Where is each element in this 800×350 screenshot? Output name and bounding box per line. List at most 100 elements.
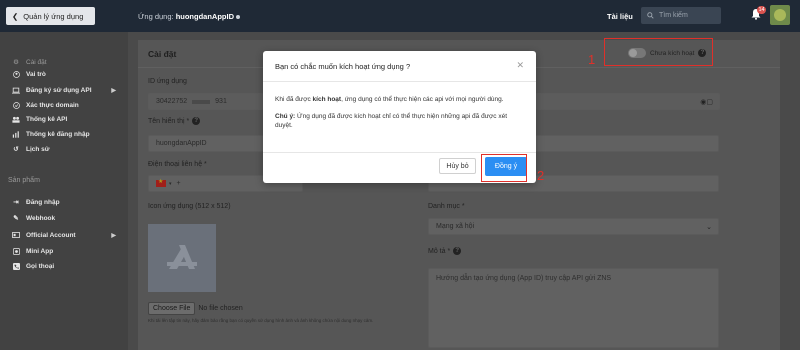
sidebar-item-history[interactable]: ↺ Lịch sử xyxy=(12,144,120,154)
back-to-apps-button[interactable]: ❮ Quản lý ứng dụng xyxy=(6,7,95,25)
app-icon-label: Icon ứng dụng (512 x 512) xyxy=(148,203,231,210)
sidebar-item-label: Đăng nhập xyxy=(26,198,60,206)
search-icon xyxy=(647,12,654,19)
dialog-note: Chú ý: Ứng dụng đã được kích hoạt chỉ có… xyxy=(275,112,525,130)
id-card-icon xyxy=(12,231,20,239)
login-icon: ⇥ xyxy=(13,199,19,206)
chevron-down-icon: ⌄ xyxy=(706,223,712,231)
sidebar-item-label: Mini App xyxy=(26,247,54,255)
sidebar-item-domain-verify[interactable]: Xác thực domain xyxy=(12,100,120,110)
choose-file-button[interactable]: Choose File xyxy=(148,302,196,315)
notifications-button[interactable]: 14 xyxy=(750,6,766,22)
description-label-group: Mô tả * ? xyxy=(428,247,462,255)
dialog-body-prefix: Khi đã được xyxy=(275,96,313,103)
avatar[interactable] xyxy=(770,5,790,25)
sidebar-section-products: Sản phẩm xyxy=(8,177,40,184)
sidebar: ⚙ Cài đặt Vai trò Đăng ký sử dụng API ▶ … xyxy=(0,32,128,350)
chevron-left-icon: ❮ xyxy=(12,11,19,21)
sidebar-item-roles[interactable]: Vai trò xyxy=(12,69,120,79)
vietnam-flag-icon xyxy=(156,178,166,187)
sidebar-item-login-stats[interactable]: Thống kê đăng nhập xyxy=(12,129,120,139)
eye-copy-icon[interactable]: ◉▢ xyxy=(700,98,713,106)
user-icon xyxy=(12,70,20,78)
sidebar-item-label: Lịch sử xyxy=(26,145,50,153)
app-id-label: ID ứng dụng xyxy=(148,78,187,85)
dialog-title: Bạn có chắc muốn kích hoạt ứng dụng ? xyxy=(275,62,411,71)
step-number-1: 1 xyxy=(588,52,596,67)
category-value: Mạng xã hội xyxy=(436,223,475,230)
dialog-divider xyxy=(263,81,536,82)
sidebar-item-api-stats[interactable]: Thống kê API xyxy=(12,114,120,124)
mini-app-icon xyxy=(12,247,20,255)
dialog-body-bold: kích hoạt xyxy=(312,96,342,103)
display-name-label: Tên hiển thị * xyxy=(148,117,190,125)
page-title: Cài đặt xyxy=(148,49,177,59)
dialog-body-suffix: , ứng dụng có thể thực hiện các api với … xyxy=(341,96,504,103)
dialog-footer-divider xyxy=(263,152,536,153)
sidebar-item-label: Official Account xyxy=(26,231,76,239)
help-icon[interactable]: ? xyxy=(192,117,201,125)
cancel-button[interactable]: Hủy bỏ xyxy=(439,158,476,174)
laptop-icon xyxy=(12,86,20,94)
dialog-note-text: Ứng dụng đã được kích hoạt chỉ có thể th… xyxy=(275,113,508,129)
highlight-box-confirm xyxy=(481,154,527,182)
status-dot-icon xyxy=(236,15,241,20)
app-icon-placeholder[interactable] xyxy=(148,224,216,292)
description-value: Hướng dẫn tạo ứng dụng (App ID) truy cập… xyxy=(436,275,612,282)
display-name-label-group: Tên hiển thị * ? xyxy=(148,117,201,125)
app-title-name: huongdanAppID xyxy=(175,12,235,21)
docs-link[interactable]: Tài liệu xyxy=(607,12,633,21)
help-icon[interactable]: ? xyxy=(453,247,462,255)
highlight-box-activation xyxy=(604,38,713,66)
sidebar-item-webhook[interactable]: ✎ Webhook xyxy=(12,213,120,223)
app-id-suffix: 931 xyxy=(215,98,227,105)
sidebar-item-mini-app[interactable]: Mini App xyxy=(12,246,120,256)
bar-chart-icon xyxy=(12,130,20,138)
step-number-2: 2 xyxy=(537,168,545,183)
category-label: Danh mục * xyxy=(428,203,465,210)
sidebar-item-label: Xác thực domain xyxy=(26,101,79,109)
search-placeholder: Tìm kiếm xyxy=(659,12,688,19)
phone-label: Điện thoại liên hệ * xyxy=(148,161,207,168)
history-icon: ↺ xyxy=(13,146,19,153)
sidebar-item-label: Đăng ký sử dụng API xyxy=(26,86,92,94)
sidebar-item-label: Gọi thoại xyxy=(26,262,55,270)
check-circle-icon xyxy=(12,101,20,109)
top-bar: ❮ Quản lý ứng dụng Ứng dụng: huongdanApp… xyxy=(0,0,800,32)
sidebar-item-settings[interactable]: ⚙ Cài đặt xyxy=(12,57,120,67)
sidebar-item-label: Thống kê đăng nhập xyxy=(26,130,90,138)
dialog-body: Khi đã được kích hoạt, ứng dụng có thể t… xyxy=(275,95,525,104)
upload-note: Khi tải lên tập tin này, hãy đảm bảo rằn… xyxy=(148,318,374,323)
phone-icon xyxy=(12,262,20,270)
description-textarea[interactable]: Hướng dẫn tạo ứng dụng (App ID) truy cập… xyxy=(428,268,719,348)
app-id-value: 30422752 xyxy=(156,98,188,105)
search-input[interactable]: Tìm kiếm xyxy=(641,7,721,24)
chevron-right-icon: ▶ xyxy=(111,232,116,239)
category-select[interactable]: Mạng xã hội ⌄ xyxy=(428,218,719,235)
description-label: Mô tả * xyxy=(428,247,451,255)
app-title: Ứng dụng: huongdanAppID xyxy=(138,12,241,21)
sidebar-item-label: Cài đặt xyxy=(26,58,47,66)
file-upload-row: Choose File No file chosen xyxy=(148,302,243,315)
sidebar-item-official-account[interactable]: Official Account ▶ xyxy=(12,230,120,240)
edit-icon: ✎ xyxy=(13,215,19,222)
notification-badge: 14 xyxy=(757,6,766,14)
close-icon[interactable]: ✕ xyxy=(516,60,524,71)
chevron-right-icon: ▶ xyxy=(111,87,116,94)
redaction-mask xyxy=(192,99,211,104)
app-title-prefix: Ứng dụng: xyxy=(138,12,176,21)
chevron-down-icon[interactable]: ▾ xyxy=(169,181,172,187)
sidebar-item-label: Thống kê API xyxy=(26,115,68,123)
phone-prefix: + xyxy=(176,180,181,187)
sidebar-item-label: Webhook xyxy=(26,214,56,222)
sidebar-item-voice-call[interactable]: Gọi thoại xyxy=(12,261,120,271)
back-button-label: Quản lý ứng dụng xyxy=(23,11,84,21)
display-name-value: huongdanAppID xyxy=(156,140,207,147)
gear-icon: ⚙ xyxy=(13,59,19,66)
app-store-icon xyxy=(167,245,197,269)
dialog-note-bold: Chú ý: xyxy=(275,113,296,120)
sidebar-item-label: Vai trò xyxy=(26,70,46,78)
file-status-label: No file chosen xyxy=(198,305,243,312)
sidebar-item-api-register[interactable]: Đăng ký sử dụng API ▶ xyxy=(12,85,120,95)
sidebar-item-login[interactable]: ⇥ Đăng nhập xyxy=(12,197,120,207)
